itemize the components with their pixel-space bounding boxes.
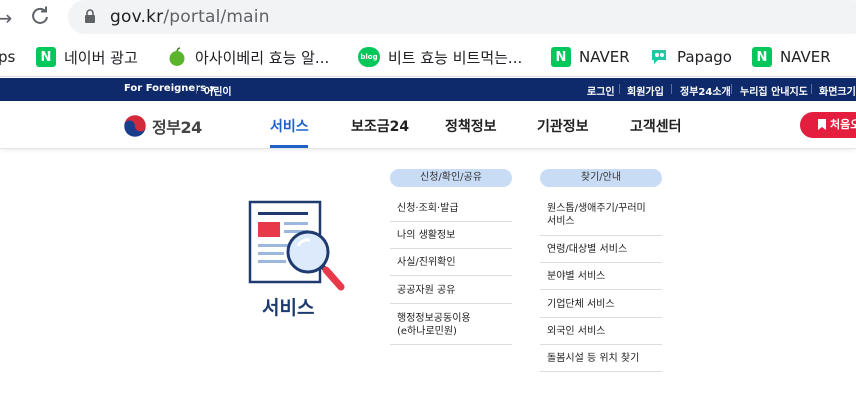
divider: [619, 84, 620, 94]
bookmark-naver-1[interactable]: N NAVER: [551, 46, 630, 68]
link-business-services[interactable]: 기업단체 서비스: [547, 298, 615, 311]
divider: [390, 303, 512, 304]
category-find-guide: 찾기/안내: [540, 169, 662, 187]
link-care-facility-finder[interactable]: 돌봄시설 등 위치 찾기: [547, 352, 639, 365]
bookmark-label: NAVER: [780, 48, 831, 66]
logo-text: 정부24: [152, 118, 202, 137]
link-line: 행정정보공동이용: [397, 313, 471, 324]
link-admin-info-sharing[interactable]: 행정정보공동이용 (e하나로민원): [397, 312, 471, 338]
bookmark-acai[interactable]: 아사이베리 효능 알...: [167, 46, 329, 68]
main-navigation: 정부24 서비스 보조금24 정책정보 기관정보 고객센터 처음오: [0, 101, 856, 149]
bookmark-label: Papago: [677, 48, 732, 66]
blog-icon: blog: [358, 47, 380, 67]
active-tab-indicator: [270, 145, 308, 148]
link-line: 서비스: [547, 216, 575, 227]
bookmark-icon: [818, 119, 826, 130]
url-host: gov.kr: [110, 7, 164, 27]
category-apply-check-share: 신청/확인/공유: [390, 169, 512, 187]
divider: [390, 248, 512, 249]
lock-icon: [85, 9, 95, 23]
bookmark-label: 네이버 광고: [64, 48, 138, 67]
address-bar[interactable]: gov.kr/portal/main: [68, 0, 856, 34]
menu-subsidy[interactable]: 보조금24: [351, 116, 409, 136]
taegeuk-icon: [123, 114, 147, 138]
sitemap-link[interactable]: 누리집 안내지도: [740, 83, 808, 98]
bookmark-apps[interactable]: ps: [0, 46, 15, 68]
bookmark-papago[interactable]: Papago: [649, 46, 732, 68]
divider: [540, 317, 662, 318]
reload-icon[interactable]: [28, 6, 52, 30]
menu-services[interactable]: 서비스: [270, 116, 309, 136]
divider: [671, 84, 672, 94]
login-link[interactable]: 로그인: [587, 83, 615, 98]
link-field-services[interactable]: 분야별 서비스: [547, 270, 605, 283]
menu-support[interactable]: 고객센터: [630, 116, 682, 136]
menu-agencies[interactable]: 기관정보: [537, 116, 589, 136]
apple-icon: [169, 47, 185, 66]
zoom-link[interactable]: 화면크기: [819, 83, 856, 98]
url-path: /portal/main: [163, 7, 270, 27]
link-age-target-services[interactable]: 연령/대상별 서비스: [547, 243, 627, 256]
site-logo[interactable]: 정부24: [123, 114, 202, 138]
forward-icon[interactable]: →: [0, 6, 16, 30]
divider: [540, 371, 662, 372]
bookmarks-bar: ps N 네이버 광고 아사이베리 효능 알... blog 비트 효능 비트먹는.…: [0, 37, 856, 77]
bookmark-label: 아사이베리 효능 알...: [195, 48, 330, 67]
link-fact-verification[interactable]: 사실/진위확인: [397, 256, 456, 269]
link-foreigner-services[interactable]: 외국인 서비스: [547, 325, 605, 338]
for-foreigners-link[interactable]: For Foreigners ▼: [124, 83, 215, 94]
for-foreigners-label: For Foreigners: [124, 83, 207, 94]
bookmark-label: 비트 효능 비트먹는...: [388, 48, 523, 67]
naver-icon: N: [551, 47, 571, 67]
naver-icon: N: [752, 47, 772, 67]
document-search-icon: [248, 200, 345, 291]
about-link[interactable]: 정부24소개: [680, 83, 731, 98]
menu-policy[interactable]: 정책정보: [445, 116, 497, 136]
utility-bar: For Foreigners ▼ 어린이 로그인 회원가입 정부24소개 누리집…: [0, 78, 856, 101]
divider: [540, 344, 662, 345]
naver-icon: N: [36, 47, 56, 67]
bookmark-label: NAVER: [579, 48, 630, 66]
bookmark-beet[interactable]: blog 비트 효능 비트먹는...: [358, 46, 522, 68]
link-apply-inquiry-issue[interactable]: 신청·조회·발급: [397, 202, 459, 215]
dropdown-title: 서비스: [262, 297, 315, 319]
bookmark-naver-ad[interactable]: N 네이버 광고: [36, 46, 138, 68]
papago-icon: [652, 50, 666, 64]
bookmark-label: ps: [0, 48, 16, 66]
link-my-life-info[interactable]: 나의 생활정보: [397, 229, 455, 242]
link-onestop-lifecycle[interactable]: 원스톱/생애주기/꾸러미서비스: [547, 202, 646, 228]
kids-link[interactable]: 어린이: [204, 83, 232, 98]
first-visit-button[interactable]: 처음오: [800, 112, 856, 138]
bookmark-naver-2[interactable]: N NAVER: [752, 46, 831, 68]
divider: [540, 262, 662, 263]
divider: [390, 275, 512, 276]
link-line: (e하나로민원): [397, 326, 457, 337]
divider: [196, 84, 197, 94]
url-text: gov.kr/portal/main: [110, 7, 270, 27]
browser-toolbar: → gov.kr/portal/main: [0, 0, 856, 37]
divider: [540, 289, 662, 290]
divider: [811, 84, 812, 94]
divider: [390, 344, 512, 345]
link-line: 원스톱/생애주기/꾸러미: [547, 203, 646, 214]
join-link[interactable]: 회원가입: [627, 83, 664, 98]
link-public-resource-share[interactable]: 공공자원 공유: [397, 284, 455, 297]
divider: [390, 221, 512, 222]
divider: [540, 235, 662, 236]
divider: [731, 84, 732, 94]
